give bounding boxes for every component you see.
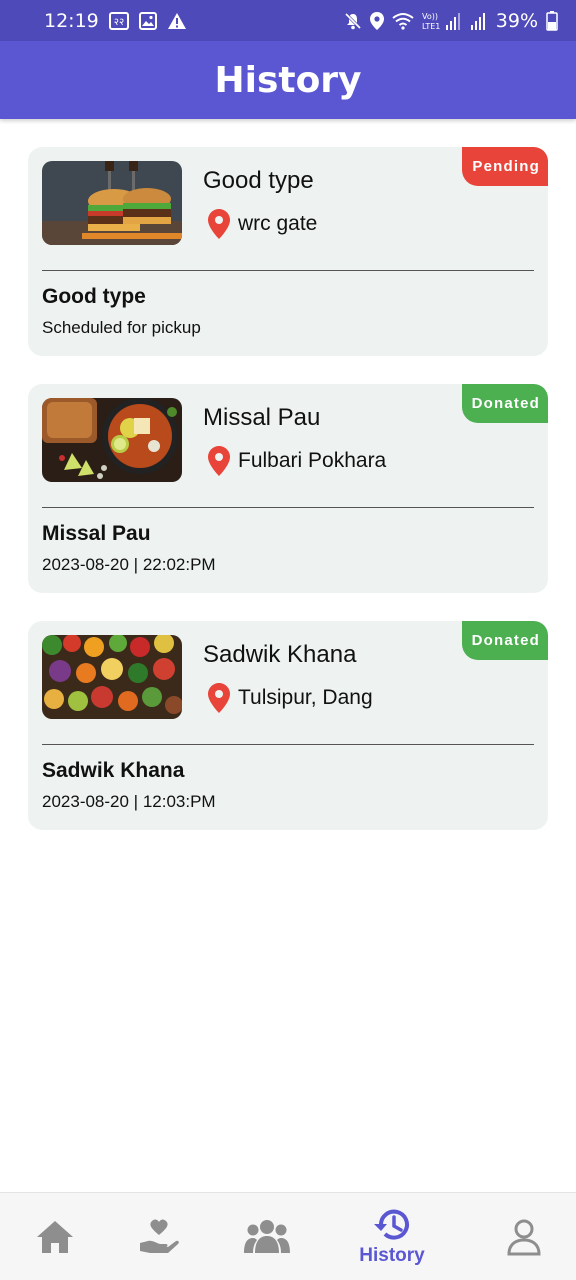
location-pin-icon bbox=[208, 446, 230, 476]
location-text: Tulsipur, Dang bbox=[238, 686, 373, 709]
pickup-detail: Scheduled for pickup bbox=[42, 318, 201, 337]
app-bar: History bbox=[0, 41, 576, 119]
food-image-missal-pau bbox=[42, 398, 182, 482]
nav-history[interactable]: History bbox=[352, 1193, 432, 1280]
food-subtitle: Good type bbox=[42, 285, 146, 308]
nav-home[interactable] bbox=[34, 1193, 76, 1280]
mute-icon bbox=[344, 12, 362, 30]
status-bar: 12:19 २२ Vo)) LTE1 39% bbox=[0, 0, 576, 41]
history-list[interactable]: Good type wrc gate Pending Good type Sch… bbox=[28, 147, 548, 858]
warning-icon bbox=[167, 12, 187, 30]
battery-percent: 39% bbox=[495, 9, 538, 32]
gallery-icon bbox=[138, 11, 157, 30]
donation-date: 2023-08-20 | 12:03:PM bbox=[42, 792, 216, 811]
svg-text:२२: २२ bbox=[114, 17, 124, 28]
location-row: wrc gate bbox=[208, 209, 317, 239]
volte-signal-icon: Vo)) LTE1 bbox=[422, 11, 462, 31]
divider bbox=[42, 744, 534, 745]
svg-text:Vo)): Vo)) bbox=[422, 12, 438, 21]
divider bbox=[42, 270, 534, 271]
food-subtitle: Sadwik Khana bbox=[42, 759, 185, 782]
food-subtitle: Missal Pau bbox=[42, 522, 151, 545]
location-text: Fulbari Pokhara bbox=[238, 449, 387, 472]
status-time: 12:19 bbox=[44, 9, 99, 32]
location-pin-icon bbox=[208, 683, 230, 713]
food-title: Sadwik Khana bbox=[203, 641, 357, 668]
location-row: Tulsipur, Dang bbox=[208, 683, 373, 713]
history-card[interactable]: Good type wrc gate Pending Good type Sch… bbox=[28, 147, 548, 356]
nav-profile[interactable] bbox=[504, 1193, 544, 1280]
svg-text:LTE1: LTE1 bbox=[422, 22, 440, 31]
wifi-icon bbox=[392, 12, 414, 30]
status-badge: Donated bbox=[461, 621, 548, 660]
status-badge: Donated bbox=[461, 384, 548, 423]
donate-icon bbox=[138, 1217, 180, 1257]
food-image-vegetables bbox=[42, 635, 182, 719]
battery-icon bbox=[546, 10, 558, 31]
location-row: Fulbari Pokhara bbox=[208, 446, 386, 476]
status-badge: Pending bbox=[462, 147, 548, 186]
nav-donate[interactable] bbox=[136, 1193, 182, 1280]
community-icon bbox=[244, 1219, 290, 1255]
history-card[interactable]: Sadwik Khana Tulsipur, Dang Donated Sadw… bbox=[28, 621, 548, 830]
nav-community[interactable] bbox=[242, 1193, 292, 1280]
location-text: wrc gate bbox=[238, 212, 318, 235]
location-status-icon bbox=[369, 11, 384, 30]
bottom-navigation: History bbox=[0, 1192, 576, 1280]
location-pin-icon bbox=[208, 209, 230, 239]
divider bbox=[42, 507, 534, 508]
food-title: Good type bbox=[203, 167, 314, 194]
notification-box-icon: २२ bbox=[108, 11, 129, 30]
history-card[interactable]: Missal Pau Fulbari Pokhara Donated Missa… bbox=[28, 384, 548, 593]
signal-icon bbox=[470, 11, 488, 31]
food-image-burger bbox=[42, 161, 182, 245]
profile-icon bbox=[506, 1218, 542, 1256]
home-icon bbox=[35, 1219, 75, 1255]
history-icon bbox=[373, 1207, 411, 1243]
page-title: History bbox=[214, 59, 362, 101]
nav-history-label: History bbox=[359, 1245, 425, 1266]
donation-date: 2023-08-20 | 22:02:PM bbox=[42, 555, 216, 574]
food-title: Missal Pau bbox=[203, 404, 321, 431]
